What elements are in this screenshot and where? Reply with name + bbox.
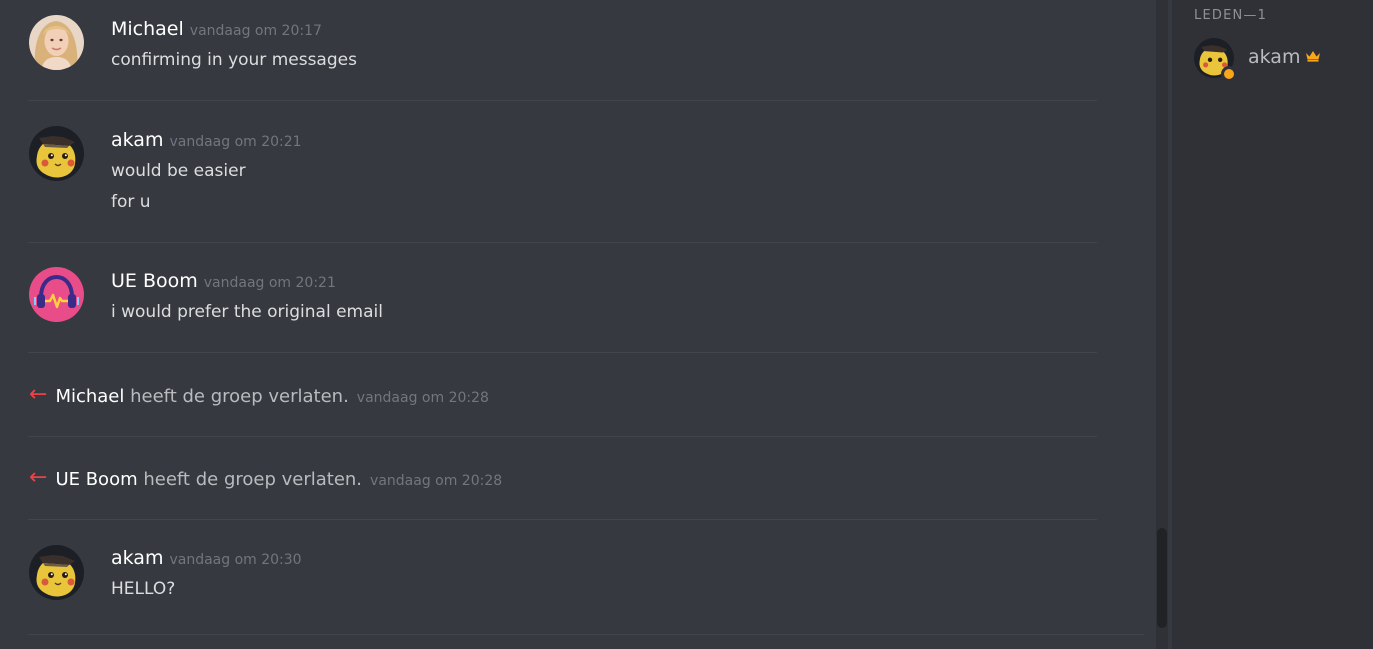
member-list-sidebar: LEDEN—1 akam	[1172, 0, 1373, 649]
system-message-timestamp: vandaag om 20:28	[370, 473, 503, 489]
avatar-akam[interactable]	[29, 545, 84, 600]
idle-status-icon	[1221, 66, 1237, 82]
avatar-michael[interactable]	[29, 15, 84, 70]
message-author[interactable]: UE Boom vandaag om 20:21	[111, 270, 336, 292]
message-divider	[28, 519, 1097, 520]
message-timestamp: vandaag om 20:17	[189, 23, 322, 39]
author-name[interactable]: Michael	[111, 18, 184, 40]
avatar-ue-boom[interactable]	[29, 267, 84, 322]
message-text: i would prefer the original email	[111, 302, 383, 322]
message-divider	[28, 634, 1144, 635]
system-message-leave: ← Michael heeft de groep verlaten. vandaag…	[29, 382, 489, 408]
avatar-akam[interactable]	[29, 126, 84, 181]
system-message-user[interactable]: UE Boom	[55, 469, 137, 490]
message-text: for u	[111, 192, 151, 212]
system-message-timestamp: vandaag om 20:28	[356, 390, 489, 406]
system-message-user[interactable]: Michael	[55, 386, 124, 407]
chat-messages-area[interactable]: Michael vandaag om 20:17 confirming in yo…	[0, 0, 1155, 649]
member-item-akam[interactable]: akam	[1194, 38, 1364, 82]
message-timestamp: vandaag om 20:21	[169, 134, 302, 150]
message-author[interactable]: Michael vandaag om 20:17	[111, 18, 322, 40]
message-divider	[28, 352, 1097, 353]
message-divider	[28, 100, 1097, 101]
leave-arrow-icon: ←	[29, 465, 48, 490]
message-text: confirming in your messages	[111, 50, 357, 70]
message-timestamp: vandaag om 20:30	[169, 552, 302, 568]
system-message-text: heeft de groep verlaten.	[143, 469, 363, 490]
member-list-header: LEDEN—1	[1194, 8, 1268, 23]
author-name[interactable]: akam	[111, 129, 163, 151]
system-message-text: heeft de groep verlaten.	[130, 386, 349, 407]
message-author[interactable]: akam vandaag om 20:30	[111, 547, 302, 569]
crown-icon	[1306, 51, 1320, 62]
message-text: HELLO?	[111, 579, 176, 599]
chat-scrollbar-thumb[interactable]	[1157, 528, 1167, 628]
system-message-leave: ← UE Boom heeft de groep verlaten. vandaag…	[29, 465, 503, 491]
message-timestamp: vandaag om 20:21	[203, 275, 336, 291]
leave-arrow-icon: ←	[29, 382, 48, 407]
message-divider	[28, 436, 1097, 437]
message-author[interactable]: akam vandaag om 20:21	[111, 129, 302, 151]
message-divider	[28, 242, 1097, 243]
author-name[interactable]: UE Boom	[111, 270, 198, 292]
author-name[interactable]: akam	[111, 547, 163, 569]
message-text: would be easier	[111, 161, 246, 181]
member-name[interactable]: akam	[1248, 46, 1300, 68]
